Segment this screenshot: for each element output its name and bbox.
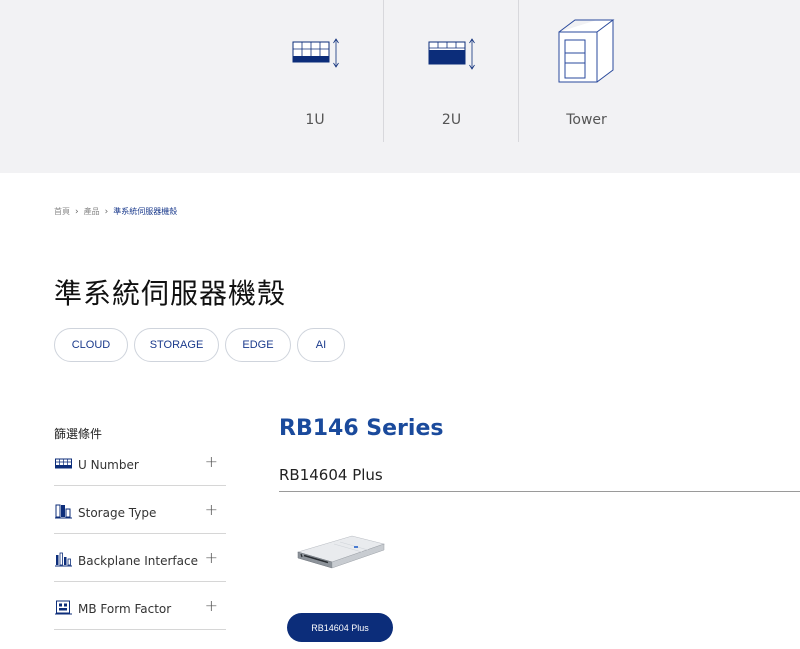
filter-label: U Number: [78, 458, 139, 472]
plus-icon[interactable]: +: [205, 500, 218, 519]
breadcrumb-products[interactable]: 產品: [84, 206, 100, 217]
tag-storage-button[interactable]: STORAGE: [134, 328, 219, 362]
plus-icon[interactable]: +: [205, 596, 218, 615]
filter-mb-form-factor[interactable]: MB Form Factor +: [54, 596, 226, 630]
storage-type-icon: [55, 504, 73, 520]
category-tower[interactable]: Tower: [518, 0, 654, 142]
category-1u[interactable]: 1U: [247, 0, 383, 142]
breadcrumb-current: 準系統伺服器機殼: [113, 207, 178, 216]
chevron-right-icon: ›: [104, 206, 109, 217]
category-2u[interactable]: 2U: [383, 0, 519, 142]
category-label: Tower: [566, 112, 607, 128]
mb-form-factor-icon: [55, 600, 73, 616]
page-title: 準系統伺服器機殼: [54, 277, 287, 310]
2u-rack-server-icon: [384, 18, 519, 84]
1u-rack-server-icon: [247, 18, 383, 84]
category-label: 1U: [305, 112, 325, 128]
tag-ai-button[interactable]: AI: [297, 328, 345, 362]
tag-edge-button[interactable]: EDGE: [225, 328, 291, 362]
filter-u-number[interactable]: U Number +: [54, 452, 226, 486]
product-image[interactable]: [292, 530, 388, 578]
filter-label: MB Form Factor: [78, 602, 172, 616]
filter-storage-type[interactable]: Storage Type +: [54, 500, 226, 534]
product-detail-button[interactable]: RB14604 Plus: [287, 613, 393, 642]
filter-backplane-interface[interactable]: Backplane Interface +: [54, 548, 226, 582]
chevron-right-icon: ›: [75, 206, 79, 217]
tag-cloud-button[interactable]: CLOUD: [54, 328, 128, 362]
breadcrumb-home[interactable]: 首頁: [54, 206, 70, 217]
filter-label: Storage Type: [78, 506, 157, 520]
backplane-icon: [55, 552, 73, 568]
tower-server-icon: [519, 18, 654, 84]
u-number-icon: [55, 456, 73, 472]
plus-icon[interactable]: +: [205, 452, 218, 471]
model-name: RB14604 Plus: [279, 466, 383, 484]
breadcrumb: 首頁 › 產品 › 準系統伺服器機殼: [54, 206, 177, 217]
tag-filter-group: CLOUD STORAGE EDGE AI: [54, 328, 345, 362]
category-strip: 1U 2U Tower: [0, 0, 800, 173]
divider: [279, 491, 800, 492]
plus-icon[interactable]: +: [205, 548, 218, 567]
category-label: 2U: [441, 112, 462, 128]
series-title: RB146 Series: [279, 416, 444, 441]
filter-label: Backplane Interface: [78, 554, 198, 568]
filter-heading: 篩選條件: [54, 427, 103, 441]
